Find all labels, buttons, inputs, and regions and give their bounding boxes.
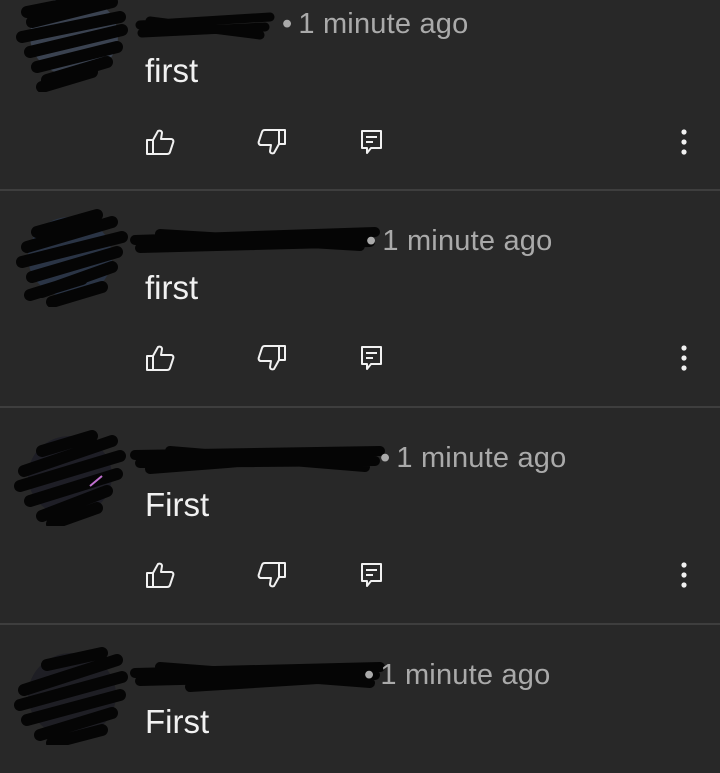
more-vert-icon — [681, 345, 687, 371]
comment-text: first — [145, 52, 199, 89]
dislike-button[interactable] — [254, 340, 290, 376]
comment-item: • 1 minute ago first — [0, 0, 720, 216]
comment-item: • 1 minute ago First — [0, 625, 720, 773]
more-options-button[interactable] — [666, 340, 702, 376]
timestamp-text: 1 minute ago — [382, 225, 553, 257]
separator-dot: • — [380, 442, 391, 474]
comment-text: First — [145, 703, 210, 740]
author-name-redacted[interactable] — [130, 653, 390, 693]
reply-button[interactable] — [354, 124, 390, 160]
dislike-button[interactable] — [254, 557, 290, 593]
separator-dot: • — [282, 8, 293, 40]
author-name-redacted[interactable] — [130, 437, 390, 477]
like-icon — [146, 562, 175, 588]
timestamp-text: 1 minute ago — [396, 442, 567, 474]
avatar-redacted[interactable] — [12, 645, 130, 745]
dislike-button[interactable] — [254, 124, 290, 160]
comment-text: First — [145, 486, 210, 523]
avatar-redacted[interactable] — [12, 426, 130, 526]
more-options-button[interactable] — [666, 124, 702, 160]
reply-button[interactable] — [354, 557, 390, 593]
like-button[interactable] — [142, 124, 178, 160]
avatar-redacted[interactable] — [12, 207, 130, 307]
separator-dot: • — [366, 225, 377, 257]
avatar-redacted[interactable] — [12, 0, 130, 92]
comment-timestamp: • 1 minute ago — [364, 659, 550, 692]
comment-timestamp: • 1 minute ago — [366, 225, 552, 258]
timestamp-text: 1 minute ago — [380, 659, 551, 691]
like-icon — [146, 345, 175, 371]
reply-icon — [361, 563, 382, 587]
dislike-icon — [257, 562, 286, 588]
reply-icon — [361, 130, 382, 154]
timestamp-text: 1 minute ago — [298, 8, 469, 40]
dislike-icon — [257, 129, 286, 155]
reply-icon — [361, 346, 382, 370]
like-button[interactable] — [142, 557, 178, 593]
more-vert-icon — [681, 562, 687, 588]
more-vert-icon — [681, 129, 687, 155]
comment-text: first — [145, 269, 199, 306]
comment-item: • 1 minute ago first — [0, 191, 720, 407]
dislike-icon — [257, 345, 286, 371]
comment-timestamp: • 1 minute ago — [380, 442, 566, 475]
author-name-redacted[interactable] — [130, 220, 390, 260]
more-options-button[interactable] — [666, 557, 702, 593]
comment-item: • 1 minute ago First — [0, 408, 720, 624]
separator-dot: • — [364, 659, 375, 691]
like-button[interactable] — [142, 340, 178, 376]
reply-button[interactable] — [354, 340, 390, 376]
like-icon — [146, 129, 175, 155]
comment-timestamp: • 1 minute ago — [282, 8, 468, 41]
